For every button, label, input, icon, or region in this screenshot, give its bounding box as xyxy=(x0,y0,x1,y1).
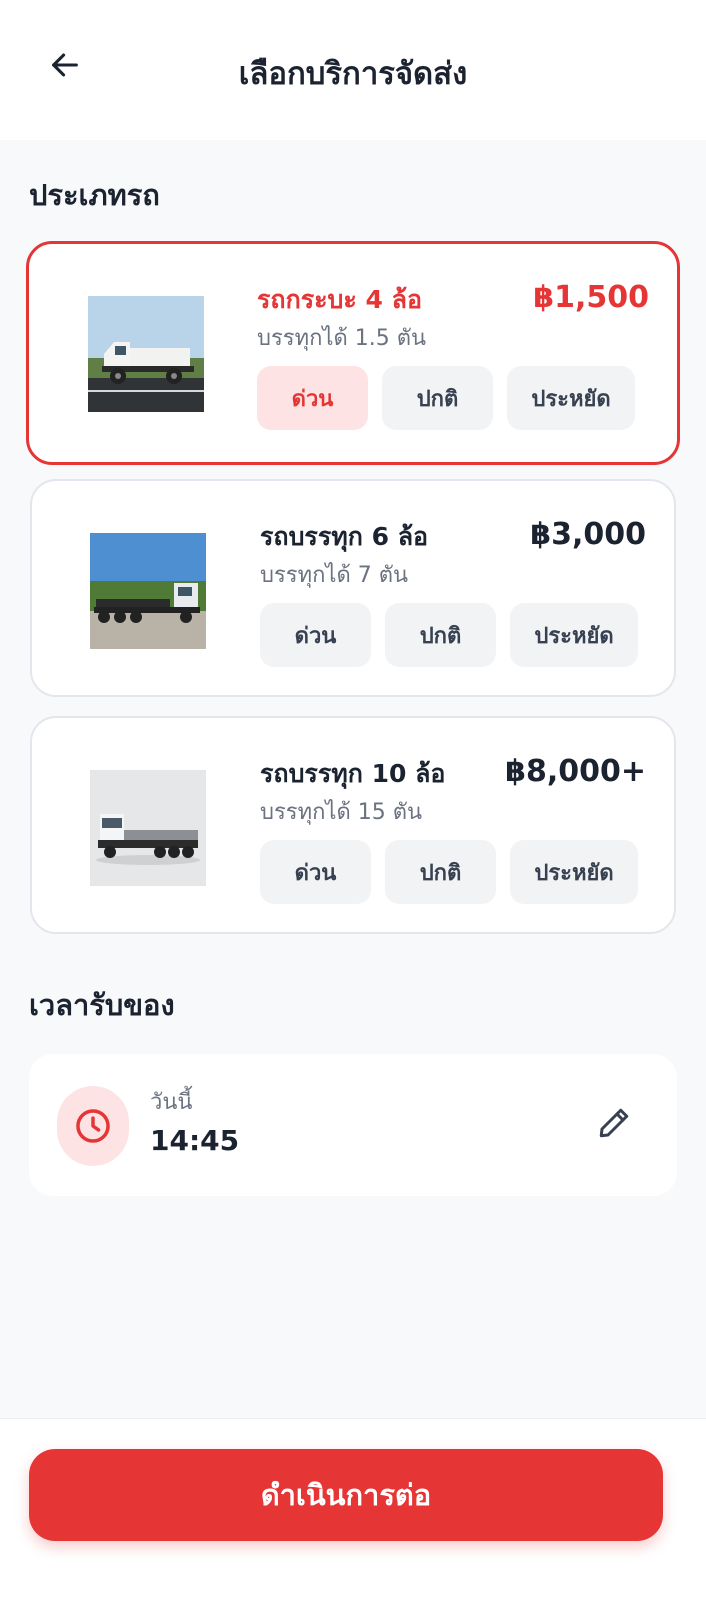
vehicle-card-10-wheel[interactable]: รถบรรทุก 10 ล้อ บรรทุกได้ 15 ตัน ฿8,000+… xyxy=(30,716,676,934)
vehicle-name: รถบรรทุก 10 ล้อ xyxy=(260,759,446,788)
option-economy[interactable]: ประหยัด xyxy=(507,366,635,430)
app-header: เลือกบริการจัดส่ง xyxy=(0,0,706,140)
vehicle-image-pickup xyxy=(88,296,204,412)
option-express[interactable]: ด่วน xyxy=(260,840,371,904)
continue-button[interactable]: ดำเนินการต่อ xyxy=(29,1449,663,1541)
service-options: ด่วน ปกติ ประหยัด xyxy=(260,840,638,904)
pickup-time-heading: เวลารับของ xyxy=(29,988,175,1022)
vehicle-capacity: บรรทุกได้ 15 ตัน xyxy=(260,800,423,825)
pencil-icon xyxy=(599,1108,629,1138)
vehicle-card-pickup[interactable]: รถกระบะ 4 ล้อ บรรทุกได้ 1.5 ตัน ฿1,500 ด… xyxy=(26,241,680,465)
vehicle-price: ฿1,500 xyxy=(533,280,649,315)
clock-icon xyxy=(76,1109,110,1143)
service-options: ด่วน ปกติ ประหยัด xyxy=(260,603,638,667)
pickup-time-card[interactable]: วันนี้ 14:45 xyxy=(29,1054,677,1196)
vehicle-name: รถบรรทุก 6 ล้อ xyxy=(260,522,429,551)
option-normal[interactable]: ปกติ xyxy=(385,840,496,904)
option-express[interactable]: ด่วน xyxy=(257,366,368,430)
clock-badge xyxy=(57,1086,129,1166)
vehicle-type-heading: ประเภทรถ xyxy=(29,178,160,212)
option-economy[interactable]: ประหยัด xyxy=(510,603,638,667)
vehicle-capacity: บรรทุกได้ 7 ตัน xyxy=(260,563,409,588)
pickup-time-value: 14:45 xyxy=(150,1124,240,1157)
vehicle-price: ฿8,000+ xyxy=(505,754,646,789)
edit-time-button[interactable] xyxy=(589,1098,639,1148)
vehicle-price: ฿3,000 xyxy=(530,517,646,552)
pickup-day: วันนี้ xyxy=(150,1090,193,1115)
option-economy[interactable]: ประหยัด xyxy=(510,840,638,904)
option-normal[interactable]: ปกติ xyxy=(382,366,493,430)
vehicle-name: รถกระบะ 4 ล้อ xyxy=(257,285,422,314)
option-normal[interactable]: ปกติ xyxy=(385,603,496,667)
vehicle-card-6-wheel[interactable]: รถบรรทุก 6 ล้อ บรรทุกได้ 7 ตัน ฿3,000 ด่… xyxy=(30,479,676,697)
vehicle-image-10-wheel xyxy=(90,770,206,886)
footer-bar: ดำเนินการต่อ xyxy=(0,1418,706,1600)
page-title: เลือกบริการจัดส่ง xyxy=(238,56,468,92)
vehicle-image-6-wheel xyxy=(90,533,206,649)
option-express[interactable]: ด่วน xyxy=(260,603,371,667)
service-options: ด่วน ปกติ ประหยัด xyxy=(257,366,635,430)
vehicle-capacity: บรรทุกได้ 1.5 ตัน xyxy=(257,326,427,351)
